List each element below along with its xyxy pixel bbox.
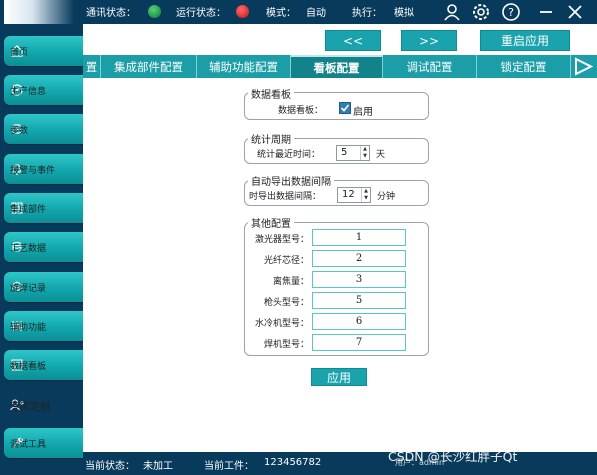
- sidebar-item-parameters[interactable]: 参数: [4, 114, 83, 144]
- sidebar-item-label: 辅助功能: [10, 322, 47, 333]
- stats-recent-time-label: 统计最近时间：: [257, 150, 321, 160]
- current-workpiece-label: 当前工件：: [204, 461, 254, 472]
- sidebar-item-label: 首页: [10, 47, 29, 58]
- comm-status-label: 通讯状态：: [86, 8, 136, 19]
- help-icon[interactable]: ?: [499, 0, 523, 24]
- prev-page-button[interactable]: <<: [325, 30, 381, 51]
- settings-gear-icon[interactable]: [469, 0, 493, 24]
- sidebar-item-label: 集成部件: [10, 204, 47, 215]
- welder-model-field[interactable]: 7: [312, 334, 406, 351]
- export-interval-spinbox[interactable]: 12 ▲ ▼: [337, 187, 371, 203]
- laser-model-label: 激光器型号：: [254, 235, 309, 245]
- fiber-core-field[interactable]: 2: [312, 250, 406, 267]
- export-interval-unit: 分钟: [377, 192, 396, 202]
- chiller-model-label: 水冷机型号：: [254, 319, 309, 329]
- current-state-value: 未加工: [143, 461, 173, 472]
- export-interval-value: 12: [342, 189, 355, 200]
- sidebar-item-expert-custom[interactable]: 专家定制: [4, 390, 83, 420]
- tab-scroll-right-icon[interactable]: [572, 57, 594, 76]
- exec-label: 执行：: [352, 8, 382, 19]
- restart-app-button[interactable]: 重启应用: [480, 30, 570, 51]
- run-status-label: 运行状态：: [176, 8, 226, 19]
- other-config-group-title: 其他配置: [248, 215, 294, 230]
- checkmark-icon: [340, 104, 350, 112]
- dashboard-enable-checkbox[interactable]: [339, 102, 351, 114]
- stats-days-value: 5: [341, 147, 348, 158]
- tab-aux-functions-config[interactable]: 辅助功能配置: [197, 55, 291, 78]
- tab-lock-config[interactable]: 锁定配置: [477, 55, 571, 78]
- top-status-bar: 通讯状态： 运行状态： 模式： 自动 执行： 模拟 ?: [0, 0, 597, 24]
- run-status-led: [236, 5, 249, 18]
- welder-model-label: 焊机型号：: [263, 340, 309, 350]
- defocus-field[interactable]: 3: [312, 271, 406, 288]
- sidebar-item-welding-records[interactable]: 旋焊记录: [4, 272, 83, 302]
- svg-text:?: ?: [508, 6, 514, 19]
- sidebar-item-label: 调试工具: [10, 439, 47, 450]
- sidebar-item-home[interactable]: 首页: [4, 36, 83, 66]
- spin-arrows-icon[interactable]: ▲ ▼: [361, 188, 370, 202]
- apply-button[interactable]: 应用: [311, 368, 367, 386]
- chiller-model-field[interactable]: 6: [312, 313, 406, 330]
- dashboard-group-title: 数据看板: [248, 86, 294, 101]
- current-state-label: 当前状态：: [85, 461, 135, 472]
- comm-status-led: [148, 5, 161, 18]
- gun-head-model-label: 枪头型号：: [263, 298, 309, 308]
- sidebar-item-aux-functions[interactable]: 辅助功能: [4, 311, 83, 341]
- next-page-button[interactable]: >>: [401, 30, 457, 51]
- laser-model-field[interactable]: 1: [312, 229, 406, 246]
- stats-period-group-title: 统计周期: [248, 131, 294, 146]
- sidebar-item-integrated-parts[interactable]: 集成部件: [4, 193, 83, 223]
- tab-integrated-parts-config[interactable]: 集成部件配置: [101, 55, 197, 78]
- tab-debug-config[interactable]: 调试配置: [383, 55, 477, 78]
- sidebar-item-label: 数据看板: [10, 361, 47, 372]
- stats-days-unit: 天: [376, 150, 386, 160]
- sidebar-item-label: 参数: [10, 125, 29, 136]
- fiber-core-label: 光纤芯径：: [263, 256, 309, 266]
- stats-days-spinbox[interactable]: 5 ▲ ▼: [336, 145, 370, 161]
- dashboard-enable-label: 启用: [353, 107, 373, 118]
- mode-label: 模式：: [266, 8, 296, 19]
- sidebar-item-data-dashboard[interactable]: 数据看板: [4, 350, 83, 380]
- sidebar-item-label: 工艺数据: [10, 243, 47, 254]
- bottom-status-bar: 当前状态： 未加工 当前工件： 123456782 用户：admin: [83, 452, 597, 475]
- gun-head-model-field[interactable]: 5: [312, 292, 406, 309]
- sidebar: 首页 生产信息 参数 报警与事件 集成部件 工艺数据 旋焊记录 辅助功能 数据看…: [0, 24, 83, 475]
- tab-partial[interactable]: 置: [83, 55, 101, 78]
- config-tab-bar: 置 集成部件配置 辅助功能配置 看板配置 调试配置 锁定配置: [83, 55, 597, 78]
- sidebar-item-production-info[interactable]: 生产信息: [4, 75, 83, 105]
- sidebar-item-process-data[interactable]: 工艺数据: [4, 232, 83, 262]
- app-logo: [4, 0, 74, 24]
- current-workpiece-value: 123456782: [264, 457, 322, 468]
- sidebar-item-label: 专家定制: [10, 401, 50, 413]
- sidebar-item-label: 报警与事件: [10, 165, 56, 176]
- close-icon[interactable]: [563, 0, 587, 24]
- watermark: CSDN @长沙红胖子Qt: [388, 449, 518, 464]
- sidebar-item-label: 生产信息: [10, 86, 47, 97]
- mode-value: 自动: [306, 8, 326, 19]
- minimize-icon[interactable]: [534, 0, 558, 24]
- sidebar-item-alarms-events[interactable]: 报警与事件: [4, 154, 83, 184]
- user-icon[interactable]: [440, 0, 464, 24]
- sidebar-item-label: 旋焊记录: [10, 283, 47, 294]
- exec-value: 模拟: [394, 8, 414, 19]
- spin-arrows-icon[interactable]: ▲ ▼: [360, 146, 369, 160]
- dashboard-label: 数据看板：: [278, 106, 324, 116]
- tab-dashboard-config[interactable]: 看板配置: [291, 55, 383, 78]
- defocus-label: 离焦量：: [272, 277, 309, 287]
- sidebar-item-debug-tools[interactable]: 调试工具: [4, 428, 83, 458]
- export-interval-group-title: 自动导出数据间隔: [248, 173, 334, 188]
- export-interval-label: 时导出数据间隔：: [249, 192, 322, 202]
